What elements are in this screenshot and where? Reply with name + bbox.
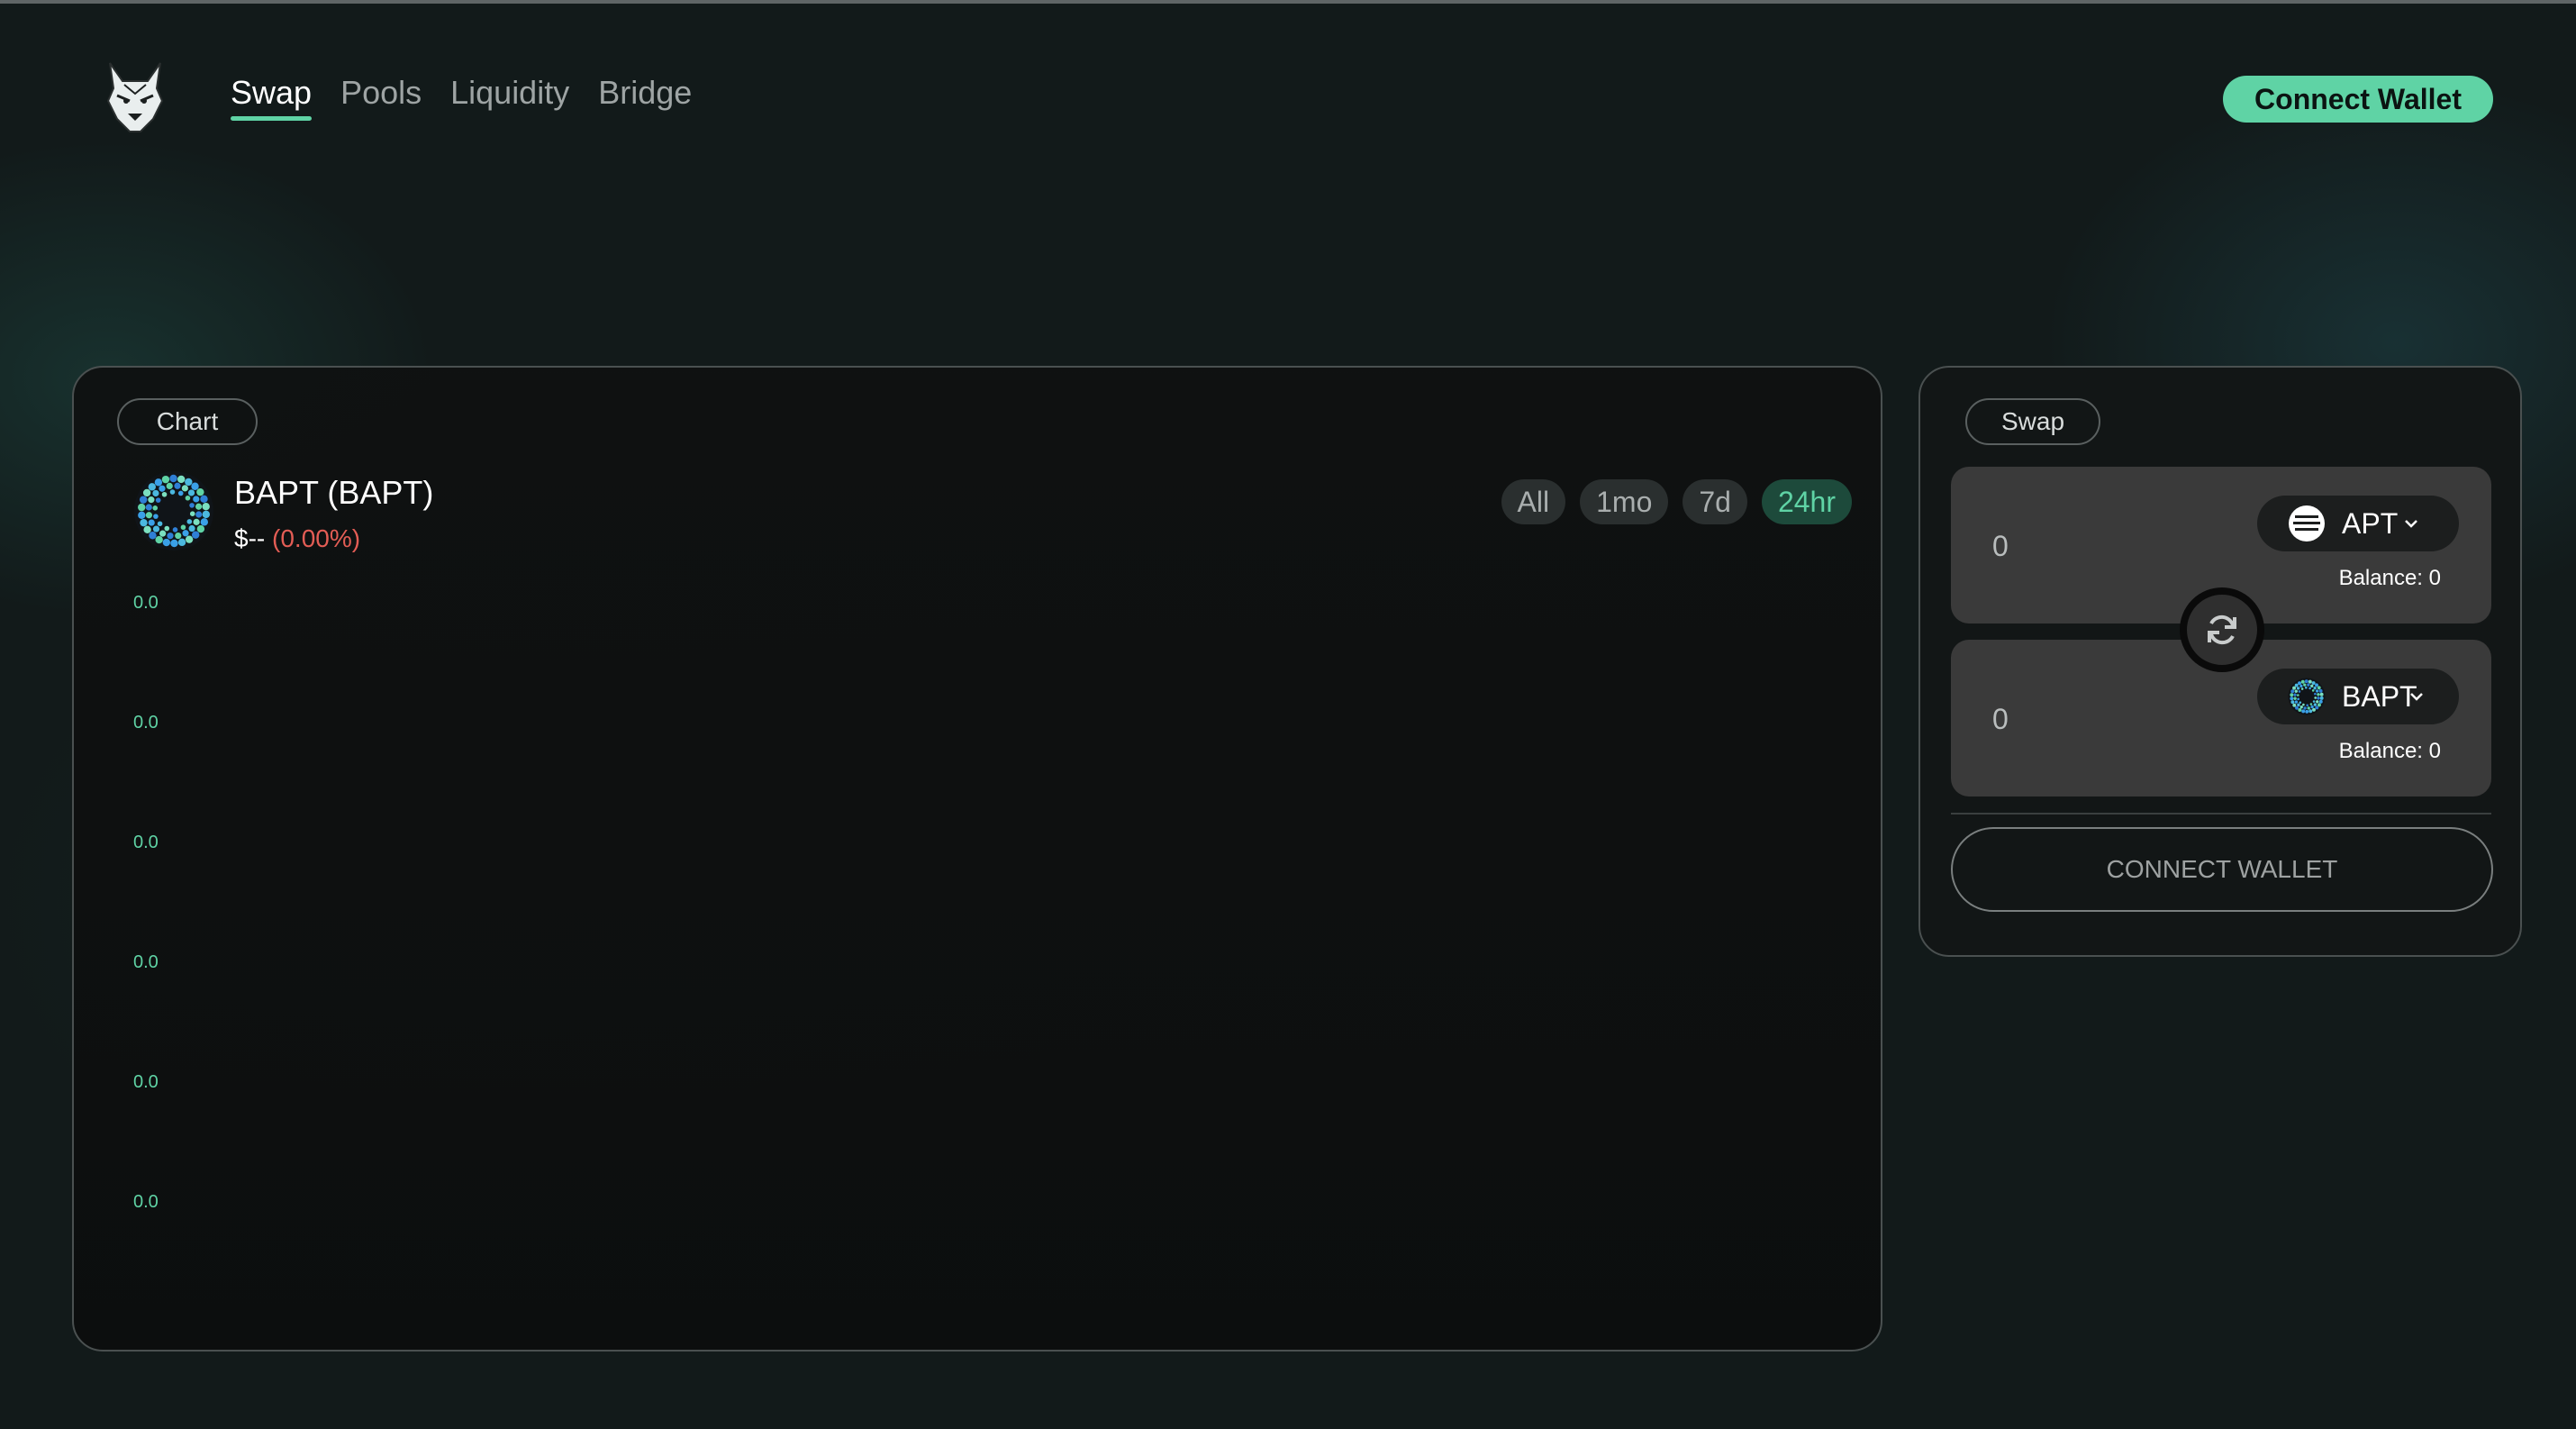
- chart-tab[interactable]: Chart: [117, 398, 258, 445]
- time-range-selector: All 1mo 7d 24hr: [1501, 479, 1852, 524]
- range-7d[interactable]: 7d: [1683, 479, 1747, 524]
- swap-tab[interactable]: Swap: [1965, 398, 2100, 445]
- bapt-token-icon: [133, 470, 214, 551]
- y-tick: 0.0: [133, 1192, 159, 1212]
- y-tick: 0.0: [133, 833, 159, 852]
- nav-swap[interactable]: Swap: [231, 74, 313, 121]
- swap-card: Swap APT Balance: 0 BAPT Balance: 0: [1918, 366, 2522, 957]
- from-amount-input[interactable]: [1992, 526, 2172, 566]
- y-tick: 0.0: [133, 952, 159, 972]
- price-change: (0.00%): [272, 524, 361, 552]
- token-price: $-- (0.00%): [234, 524, 360, 553]
- wolf-logo-icon[interactable]: [104, 61, 166, 133]
- connect-wallet-button[interactable]: Connect Wallet: [2223, 76, 2493, 123]
- main-nav: Swap Pools Liquidity Bridge: [231, 74, 692, 121]
- chart-card: Chart BAPT (BAPT) $-- (0.00%) All 1mo 7d…: [72, 366, 1882, 1352]
- chevron-down-icon: [2409, 693, 2423, 701]
- connect-wallet-main-button[interactable]: CONNECT WALLET: [1951, 827, 2493, 912]
- nav-liquidity[interactable]: Liquidity: [450, 74, 569, 121]
- y-tick: 0.0: [133, 593, 159, 613]
- y-tick: 0.0: [133, 713, 159, 733]
- price-value: $--: [234, 524, 266, 552]
- from-balance: Balance: 0: [2338, 566, 2441, 590]
- chevron-down-icon: [2405, 520, 2418, 528]
- range-all[interactable]: All: [1501, 479, 1566, 524]
- from-token-select[interactable]: APT: [2257, 496, 2459, 551]
- swap-direction-icon: [2208, 614, 2236, 645]
- range-1mo[interactable]: 1mo: [1580, 479, 1669, 524]
- bapt-token-icon: [2288, 678, 2326, 715]
- token-title: BAPT (BAPT): [234, 474, 434, 511]
- y-tick: 0.0: [133, 1072, 159, 1092]
- range-24hr[interactable]: 24hr: [1761, 479, 1852, 524]
- nav-bridge[interactable]: Bridge: [598, 74, 692, 121]
- header: Swap Pools Liquidity Bridge Connect Wall…: [0, 0, 2576, 180]
- to-balance: Balance: 0: [2338, 739, 2441, 763]
- apt-token-icon: [2289, 505, 2325, 542]
- from-token-label: APT: [2342, 506, 2399, 540]
- nav-pools[interactable]: Pools: [340, 74, 422, 121]
- to-token-select[interactable]: BAPT: [2257, 669, 2459, 724]
- to-amount-input[interactable]: [1992, 699, 2172, 739]
- divider: [1951, 813, 2491, 815]
- swap-direction-button[interactable]: [2180, 587, 2264, 672]
